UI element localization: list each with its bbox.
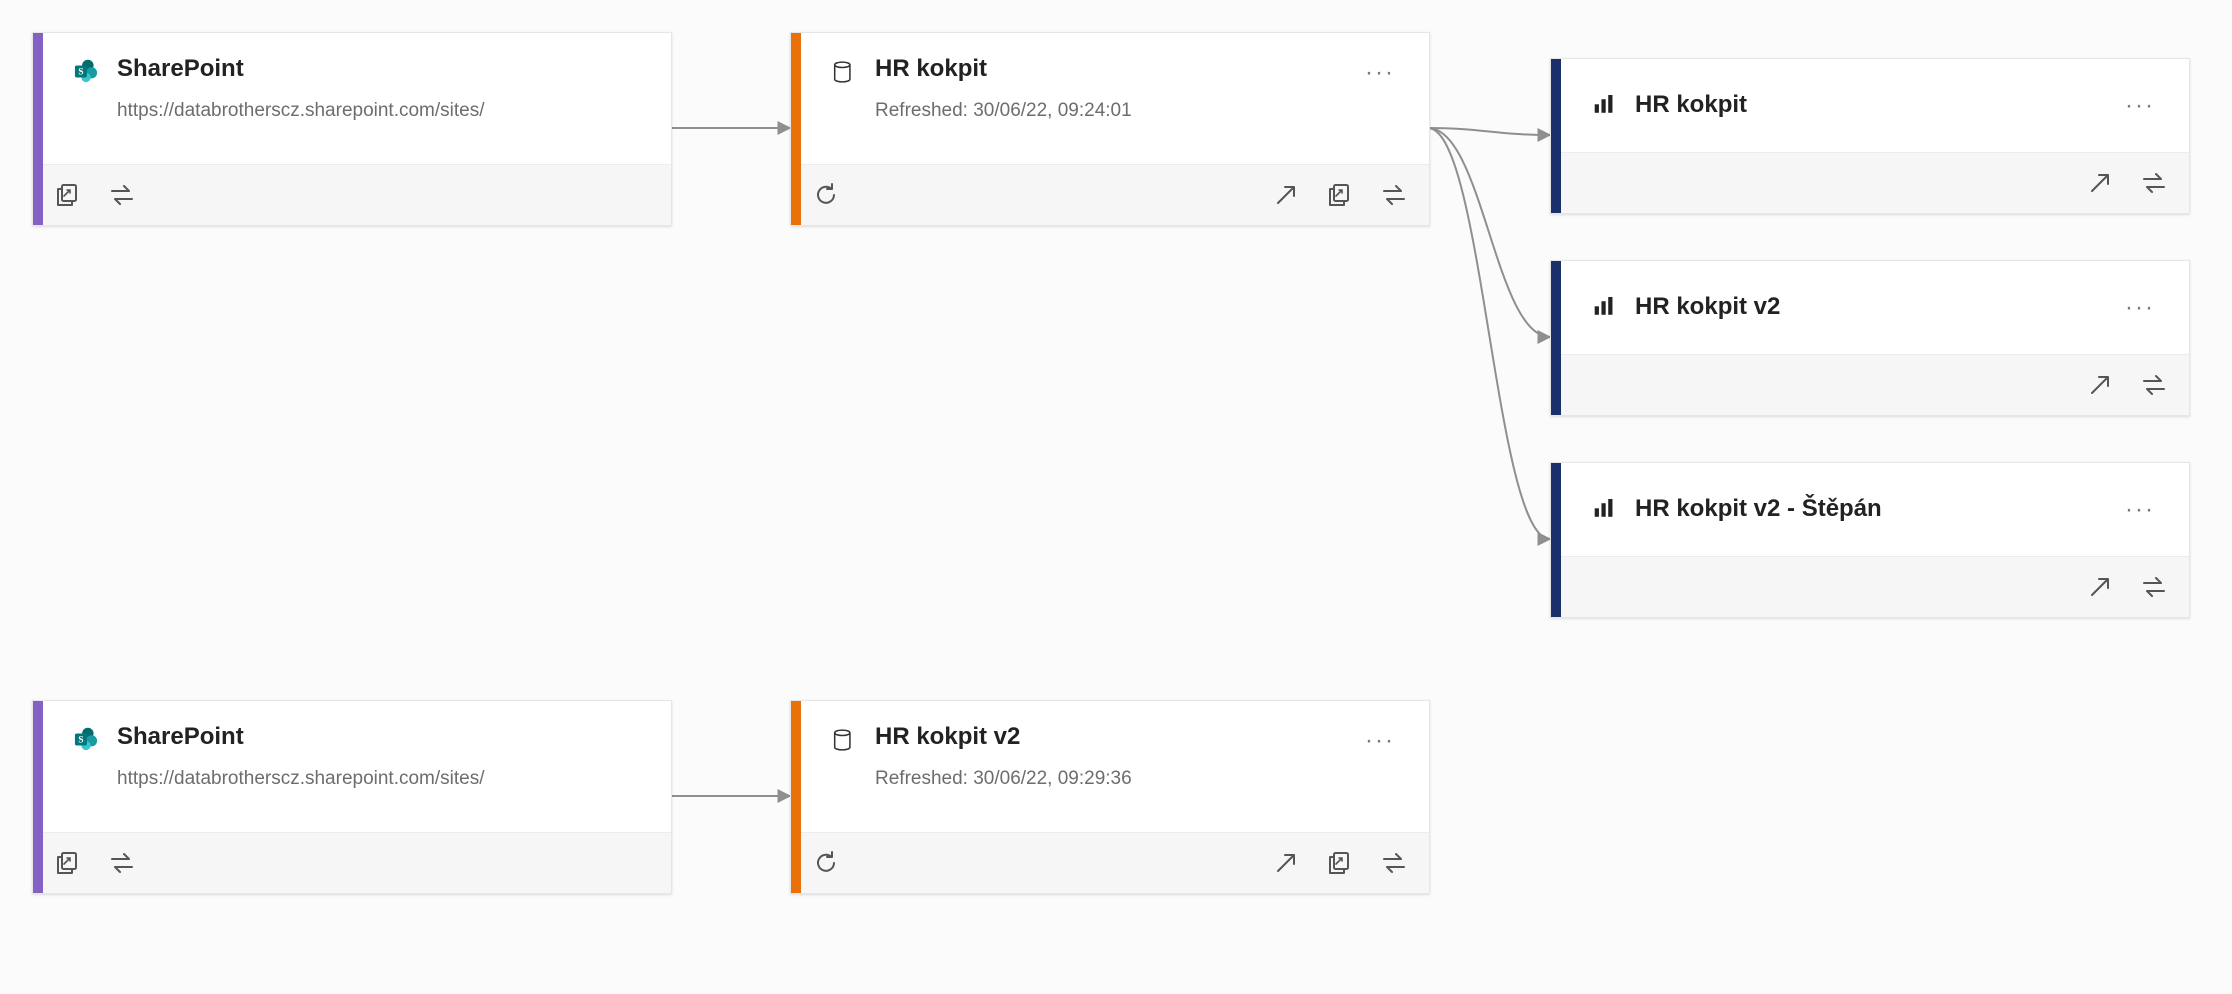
node-footer xyxy=(33,832,671,893)
swap-icon-button[interactable] xyxy=(2137,368,2171,402)
database-icon xyxy=(831,723,857,753)
more-button[interactable]: ··· xyxy=(2119,498,2161,522)
report-icon xyxy=(1591,297,1617,319)
swap-icon-button[interactable] xyxy=(105,178,139,212)
refresh-icon-button[interactable] xyxy=(809,178,843,212)
node-footer xyxy=(1551,152,2189,213)
node-title: HR kokpit xyxy=(1635,91,2101,120)
node-src2[interactable]: SharePoint https://databrotherscz.sharepo… xyxy=(32,700,672,894)
node-title: SharePoint xyxy=(117,723,643,752)
node-titles: SharePoint https://databrotherscz.sharepo… xyxy=(117,55,643,122)
node-footer xyxy=(33,164,671,225)
node-footer xyxy=(791,164,1429,225)
node-header: HR kokpit ··· xyxy=(1551,59,2189,152)
node-subtitle: Refreshed: 30/06/22, 09:24:01 xyxy=(875,100,1341,122)
accent-bar xyxy=(791,701,801,893)
files-icon-button[interactable] xyxy=(1323,846,1357,880)
node-title: HR kokpit v2 xyxy=(1635,293,2101,322)
more-button[interactable]: ··· xyxy=(1359,61,1401,85)
node-header: HR kokpit v2 - Štěpán ··· xyxy=(1551,463,2189,556)
node-rp1[interactable]: HR kokpit ··· xyxy=(1550,58,2190,214)
sharepoint-icon xyxy=(73,723,99,751)
node-footer xyxy=(1551,354,2189,415)
database-icon xyxy=(831,55,857,85)
node-header: HR kokpit v2 Refreshed: 30/06/22, 09:29:3… xyxy=(791,701,1429,832)
node-src1[interactable]: SharePoint https://databrotherscz.sharepo… xyxy=(32,32,672,226)
more-button[interactable]: ··· xyxy=(2119,296,2161,320)
more-button[interactable]: ··· xyxy=(1359,729,1401,753)
report-icon xyxy=(1591,499,1617,521)
accent-bar xyxy=(791,33,801,225)
swap-icon-button[interactable] xyxy=(2137,166,2171,200)
node-rp3[interactable]: HR kokpit v2 - Štěpán ··· xyxy=(1550,462,2190,618)
node-title: HR kokpit xyxy=(875,55,1341,84)
swap-icon-button[interactable] xyxy=(2137,570,2171,604)
swap-icon-button[interactable] xyxy=(1377,178,1411,212)
accent-bar xyxy=(1551,463,1561,617)
swap-icon-button[interactable] xyxy=(1377,846,1411,880)
sharepoint-icon xyxy=(73,55,99,83)
edge-ds1-rp1 xyxy=(1428,128,1550,135)
files-icon-button[interactable] xyxy=(1323,178,1357,212)
node-footer xyxy=(791,832,1429,893)
node-titles: HR kokpit v2 xyxy=(1635,293,2101,322)
edge-ds1-rp2 xyxy=(1428,128,1550,337)
node-header: SharePoint https://databrotherscz.sharepo… xyxy=(33,701,671,832)
node-titles: HR kokpit v2 Refreshed: 30/06/22, 09:29:3… xyxy=(875,723,1341,790)
refresh-icon-button[interactable] xyxy=(809,846,843,880)
open-icon-button[interactable] xyxy=(2083,570,2117,604)
open-icon-button[interactable] xyxy=(1269,178,1303,212)
node-titles: HR kokpit v2 - Štěpán xyxy=(1635,495,2101,524)
node-titles: HR kokpit Refreshed: 30/06/22, 09:24:01 xyxy=(875,55,1341,122)
report-icon xyxy=(1591,95,1617,117)
node-header: HR kokpit v2 ··· xyxy=(1551,261,2189,354)
accent-bar xyxy=(33,701,43,893)
node-title: HR kokpit v2 - Štěpán xyxy=(1635,495,2101,524)
lineage-canvas: SharePoint https://databrotherscz.sharepo… xyxy=(0,0,2232,994)
node-ds1[interactable]: HR kokpit Refreshed: 30/06/22, 09:24:01 ··… xyxy=(790,32,1430,226)
more-button[interactable]: ··· xyxy=(2119,94,2161,118)
files-icon-button[interactable] xyxy=(51,846,85,880)
node-subtitle: Refreshed: 30/06/22, 09:29:36 xyxy=(875,768,1341,790)
node-titles: HR kokpit xyxy=(1635,91,2101,120)
node-rp2[interactable]: HR kokpit v2 ··· xyxy=(1550,260,2190,416)
node-subtitle: https://databrotherscz.sharepoint.com/si… xyxy=(117,100,643,122)
edge-ds1-rp3 xyxy=(1428,128,1550,539)
node-title: HR kokpit v2 xyxy=(875,723,1341,752)
open-icon-button[interactable] xyxy=(2083,166,2117,200)
node-titles: SharePoint https://databrotherscz.sharepo… xyxy=(117,723,643,790)
node-footer xyxy=(1551,556,2189,617)
accent-bar xyxy=(1551,261,1561,415)
open-icon-button[interactable] xyxy=(1269,846,1303,880)
node-ds2[interactable]: HR kokpit v2 Refreshed: 30/06/22, 09:29:3… xyxy=(790,700,1430,894)
files-icon-button[interactable] xyxy=(51,178,85,212)
node-header: HR kokpit Refreshed: 30/06/22, 09:24:01 ··… xyxy=(791,33,1429,164)
node-title: SharePoint xyxy=(117,55,643,84)
accent-bar xyxy=(33,33,43,225)
accent-bar xyxy=(1551,59,1561,213)
node-header: SharePoint https://databrotherscz.sharepo… xyxy=(33,33,671,164)
swap-icon-button[interactable] xyxy=(105,846,139,880)
node-subtitle: https://databrotherscz.sharepoint.com/si… xyxy=(117,768,643,790)
open-icon-button[interactable] xyxy=(2083,368,2117,402)
